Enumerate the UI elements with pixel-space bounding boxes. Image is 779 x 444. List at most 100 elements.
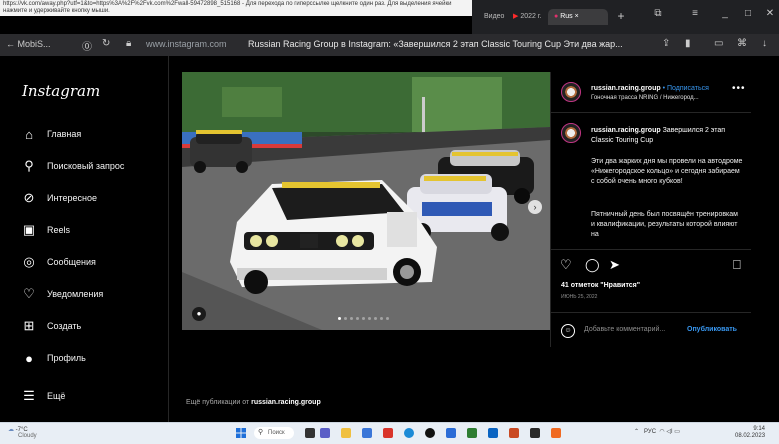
carousel-dot xyxy=(380,317,383,320)
more-posts-heading: Ещё публикации от russian.racing.group xyxy=(186,399,321,406)
carousel-dots xyxy=(338,317,389,320)
sidebar-item-profile[interactable]: ● Профиль xyxy=(22,348,86,368)
download-icon[interactable]: ↓ xyxy=(762,38,767,49)
save-icon[interactable]: ⎕ xyxy=(733,257,741,273)
battery-tray-icon: ▭ xyxy=(674,429,680,435)
new-tab-button[interactable]: + xyxy=(613,8,629,24)
wifi-icon: ◠ xyxy=(659,429,665,435)
sidebar-item-menu[interactable]: ☰ Ещё xyxy=(22,386,65,406)
clock[interactable]: 9:14 08.02.2023 xyxy=(735,426,765,440)
carousel-dot xyxy=(374,317,377,320)
caption-username[interactable]: russian.racing.group xyxy=(591,127,661,134)
comment-icon[interactable]: ◯ xyxy=(585,257,600,273)
post-author[interactable]: russian.racing.group • Подписаться xyxy=(591,85,709,92)
more-options-icon[interactable]: ••• xyxy=(732,83,746,94)
search-icon: ⚲ xyxy=(258,429,264,436)
bookmark-icon[interactable]: ▮ xyxy=(685,38,691,49)
mail-icon[interactable] xyxy=(362,428,372,438)
extension-icon[interactable]: ⓪ xyxy=(82,38,92,53)
publish-button[interactable]: Опубликовать xyxy=(687,326,737,333)
more-posts-user[interactable]: russian.racing.group xyxy=(251,399,321,406)
chevron-up-icon: ⌃ xyxy=(634,429,640,435)
sidebar-item-compass[interactable]: ⊘ Интересное xyxy=(22,188,97,208)
compass-icon: ⊘ xyxy=(23,190,35,205)
powerpoint-icon[interactable] xyxy=(509,428,519,438)
caption-avatar[interactable] xyxy=(561,123,581,143)
weather-widget[interactable]: ☁ -7°C Cloudy xyxy=(8,427,37,439)
like-icon[interactable]: ♡ xyxy=(560,257,572,273)
carousel-dot xyxy=(368,317,371,320)
heart-icon: ♡ xyxy=(23,286,35,301)
address-bar: ← MobiS... ⓪ ↻ 🔒︎ www.instagram.com Russ… xyxy=(0,34,779,56)
sidebar-item-label: Сообщения xyxy=(47,257,96,267)
sidebar-item-messenger[interactable]: ◎ Сообщения xyxy=(22,252,96,272)
url-tooltip: https://vk.com/away.php?utf=1&to=https%3… xyxy=(0,0,472,16)
battery-icon[interactable]: ▭ xyxy=(714,38,723,49)
caption-paragraph-1: Эти два жарких дня мы провели на автодро… xyxy=(591,158,743,185)
sidebar-item-heart[interactable]: ♡ Уведомления xyxy=(22,284,103,304)
profile-icon: ● xyxy=(25,350,33,366)
app-orange-icon[interactable] xyxy=(551,428,561,438)
teams-icon[interactable] xyxy=(320,428,330,438)
sidebar-item-label: Создать xyxy=(47,321,82,331)
yandex-icon[interactable] xyxy=(383,428,393,438)
reels-icon: ▣ xyxy=(22,222,36,237)
follow-button[interactable]: • Подписаться xyxy=(663,85,709,92)
menu-icon: ☰ xyxy=(23,388,35,403)
task-view-icon[interactable] xyxy=(305,428,315,438)
maximize-button[interactable]: □ xyxy=(740,8,756,19)
back-button[interactable]: ← MobiS... xyxy=(6,39,51,49)
tagged-user-icon[interactable]: ● xyxy=(192,307,206,321)
browser-icon[interactable] xyxy=(530,428,540,438)
post-photo[interactable] xyxy=(182,72,550,330)
share-icon[interactable]: ⇪ xyxy=(662,38,670,49)
settings-icon[interactable]: ≡ xyxy=(687,8,703,19)
messenger-icon: ◎ xyxy=(23,254,35,269)
extensions-icon[interactable]: ⌘ xyxy=(737,38,747,49)
collections-icon[interactable]: ⧉ xyxy=(650,8,666,19)
sidebar-item-label: Поисковый запрос xyxy=(47,161,125,171)
next-photo-button[interactable]: › xyxy=(528,200,542,214)
sidebar-item-label: Reels xyxy=(47,225,71,235)
share-post-icon[interactable]: ➤ xyxy=(609,257,620,273)
sidebar-item-reels[interactable]: ▣ Reels xyxy=(22,220,70,240)
instagram-tab-icon: ● xyxy=(554,13,559,20)
emoji-icon[interactable]: ☺ xyxy=(561,324,575,338)
sidebar-item-home[interactable]: ⌂ Главная xyxy=(22,124,81,144)
word-icon[interactable] xyxy=(488,428,498,438)
create-icon: ⊞ xyxy=(23,318,35,333)
divider xyxy=(551,312,751,313)
taskbar: ☁ -7°C Cloudy Поиск ⚲ ⌃ РУС ◠ ◁ǀ ▭ 9:14 08… xyxy=(0,422,779,444)
instagram-logo[interactable]: Instagram xyxy=(22,82,100,100)
reload-icon[interactable]: ↻ xyxy=(102,38,110,49)
app-icon[interactable] xyxy=(446,428,456,438)
system-tray[interactable]: ⌃ РУС ◠ ◁ǀ ▭ xyxy=(634,428,680,435)
tab-instagram[interactable]: ● Rus × xyxy=(548,9,608,25)
post-location[interactable]: Гоночная трасса NRING / Нижегород... xyxy=(591,95,699,101)
file-explorer-icon[interactable] xyxy=(341,428,351,438)
sidebar-item-search[interactable]: ⚲ Поисковый запрос xyxy=(22,156,124,176)
close-window-button[interactable]: ✕ xyxy=(762,8,778,19)
tab-strip: Видео ▶ 2022 г. ● Rus × + ⧉ ≡ _ □ ✕ xyxy=(472,0,779,34)
tab-2022[interactable]: ▶ 2022 г. xyxy=(507,9,548,25)
comment-input[interactable]: Добавьте комментарий... xyxy=(584,326,665,333)
likes-count[interactable]: 41 отметок "Нравится" xyxy=(561,282,640,289)
telegram-icon[interactable] xyxy=(404,428,414,438)
caption-paragraph-2: Пятничный день был посвящён тренировкам … xyxy=(591,211,738,238)
windows-start-icon[interactable] xyxy=(236,428,246,438)
carousel-dot xyxy=(356,317,359,320)
home-icon: ⌂ xyxy=(25,126,33,142)
avatar[interactable] xyxy=(561,82,581,102)
youtube-icon: ▶ xyxy=(513,13,519,20)
divider xyxy=(551,249,751,250)
tiktok-icon[interactable] xyxy=(425,428,435,438)
excel-icon[interactable] xyxy=(467,428,477,438)
post-details-panel: russian.racing.group • Подписаться Гоноч… xyxy=(550,72,751,347)
tab-video[interactable]: Видео xyxy=(478,9,510,25)
sidebar-item-create[interactable]: ⊞ Создать xyxy=(22,316,82,336)
cloud-icon: ☁ xyxy=(8,427,14,433)
sidebar-item-label: Интересное xyxy=(47,193,97,203)
minimize-button[interactable]: _ xyxy=(717,8,733,19)
url-field[interactable]: www.instagram.com xyxy=(146,39,227,49)
post-date: ИЮНЬ 25, 2022 xyxy=(561,294,598,300)
